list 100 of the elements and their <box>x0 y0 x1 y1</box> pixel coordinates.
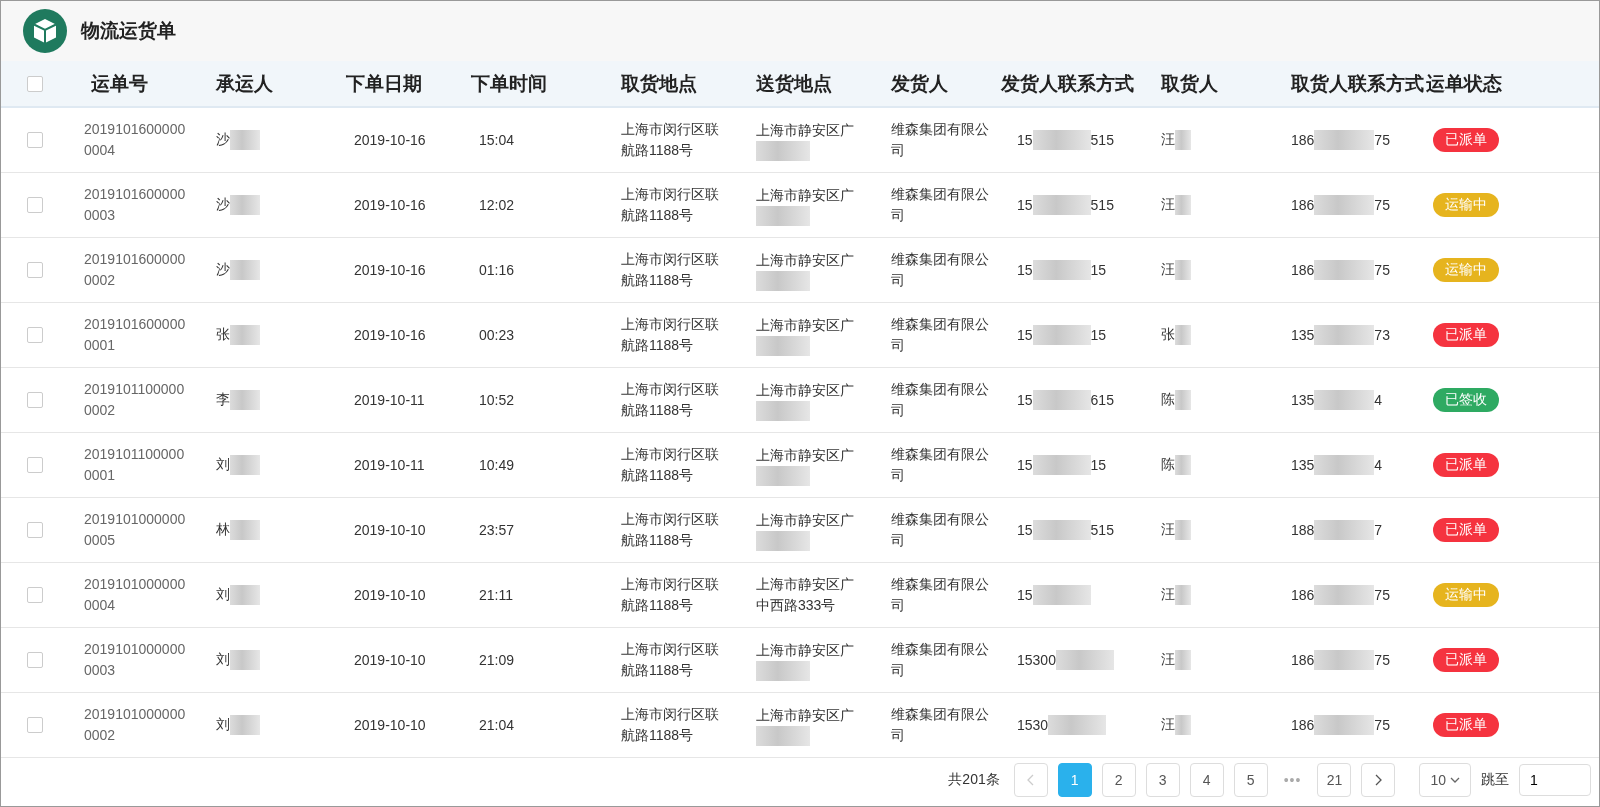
table-cell: 2019-10-16 <box>354 197 426 213</box>
checkbox[interactable] <box>27 262 43 278</box>
table-cell-text: 维森集团有限公 <box>891 315 989 334</box>
column-header[interactable]: 送货地点 <box>756 70 832 97</box>
table-cell: 刘 <box>216 456 230 474</box>
table-cell: 2019-10-10 <box>354 652 426 668</box>
page-button[interactable]: 21 <box>1317 763 1352 797</box>
page-input[interactable]: 1 <box>1519 764 1591 796</box>
column-header[interactable]: 取货人联系方式 <box>1291 70 1424 97</box>
table-cell: 188 <box>1291 522 1315 538</box>
checkbox[interactable] <box>27 327 43 343</box>
redaction-mark <box>1032 130 1091 150</box>
table-cell-text: 上海市静安区广 <box>756 250 854 270</box>
table-cell: 2019-10-10 <box>354 587 426 603</box>
app-title: 物流运货单 <box>81 19 176 43</box>
redaction-mark <box>1314 195 1375 215</box>
table-cell: 汪 <box>1161 261 1175 279</box>
table-cell-text: 上海市静安区广 <box>756 185 854 205</box>
page-button[interactable]: 2 <box>1101 763 1136 797</box>
table-cell: 15 <box>1017 262 1033 278</box>
table-cell: 15 <box>1017 197 1033 213</box>
status-badge: 已派单 <box>1433 713 1499 737</box>
redaction-mark <box>1032 520 1091 540</box>
table-cell: 615 <box>1090 392 1114 408</box>
column-header[interactable]: 取货地点 <box>621 70 697 97</box>
status-badge: 已派单 <box>1433 648 1499 672</box>
redaction-mark <box>1175 130 1191 150</box>
table-cell: 刘 <box>216 586 230 604</box>
column-header[interactable]: 运单号 <box>91 70 148 97</box>
table-cell: 21:04 <box>479 717 515 733</box>
column-header[interactable]: 发货人 <box>891 70 948 97</box>
table-cell-text: 0001 <box>84 336 116 355</box>
table-cell-text: 航路1188号 <box>621 661 694 680</box>
redaction-mark <box>1314 650 1375 670</box>
checkbox[interactable] <box>27 652 43 668</box>
table-cell: 汪 <box>1161 586 1175 604</box>
page-button[interactable]: 3 <box>1145 763 1180 797</box>
next-page-button[interactable] <box>1361 763 1396 797</box>
table-cell: 515 <box>1090 197 1114 213</box>
checkbox[interactable] <box>27 197 43 213</box>
checkbox[interactable] <box>27 522 43 538</box>
column-header[interactable]: 下单日期 <box>346 70 422 97</box>
checkbox[interactable] <box>27 392 43 408</box>
table-cell-text: 航路1188号 <box>621 336 694 355</box>
table-cell: 73 <box>1374 327 1390 343</box>
redaction-mark <box>756 140 810 161</box>
checkbox[interactable] <box>27 717 43 733</box>
table-cell-text: 上海市静安区广 <box>756 380 854 400</box>
table-cell-text: 航路1188号 <box>621 141 694 160</box>
column-header[interactable]: 取货人 <box>1161 70 1218 97</box>
table-cell-text: 2019101000000 <box>84 640 186 659</box>
table-cell-text: 司 <box>891 596 905 615</box>
checkbox[interactable] <box>27 75 43 92</box>
table-cell: 15:04 <box>479 132 515 148</box>
redaction-mark <box>756 725 810 746</box>
table-cell: 21:09 <box>479 652 515 668</box>
redaction-mark <box>230 260 260 280</box>
redaction-mark <box>1175 390 1191 410</box>
redaction-mark <box>1032 325 1091 345</box>
redaction-mark <box>230 325 260 345</box>
box-icon <box>23 9 67 53</box>
table-cell: 15 <box>1090 327 1107 343</box>
column-header[interactable]: 下单时间 <box>471 70 547 97</box>
table-cell-text: 司 <box>891 336 905 355</box>
table-cell: 4 <box>1374 457 1383 473</box>
table-cell: 21:11 <box>479 587 513 603</box>
table-cell: 00:23 <box>479 327 515 343</box>
table-cell-text: 司 <box>891 726 905 745</box>
status-badge: 已派单 <box>1433 453 1499 477</box>
table-cell-text: 航路1188号 <box>621 531 694 550</box>
table-cell: 2019-10-11 <box>354 392 425 408</box>
table-cell-text: 司 <box>891 661 905 680</box>
page-button[interactable]: 5 <box>1233 763 1268 797</box>
table-cell-text: 航路1188号 <box>621 401 694 420</box>
checkbox[interactable] <box>27 587 43 603</box>
table-cell-text: 2019101100000 <box>84 445 185 464</box>
redaction-mark <box>1032 455 1091 475</box>
table-cell: 186 <box>1291 717 1315 733</box>
table-cell-text: 上海市闵行区联 <box>621 705 719 724</box>
jump-label: 跳至 <box>1481 771 1509 789</box>
table-cell: 沙 <box>216 261 230 279</box>
table-cell: 186 <box>1291 262 1315 278</box>
table-cell-text: 司 <box>891 531 905 550</box>
table-cell: 2019-10-10 <box>354 522 426 538</box>
checkbox[interactable] <box>27 457 43 473</box>
table-cell: 15 <box>1090 457 1107 473</box>
table-cell: 15 <box>1017 392 1033 408</box>
column-header[interactable]: 承运人 <box>216 70 273 97</box>
redaction-mark <box>1055 650 1114 670</box>
page-size-dropdown[interactable]: 10 <box>1419 763 1471 797</box>
table-cell-text: 0003 <box>84 206 116 225</box>
table-cell-text: 0004 <box>84 141 116 160</box>
status-badge: 已签收 <box>1433 388 1499 412</box>
checkbox[interactable] <box>27 132 43 148</box>
status-badge: 已派单 <box>1433 323 1499 347</box>
page-button[interactable]: 4 <box>1189 763 1224 797</box>
column-header[interactable]: 发货人联系方式 <box>1001 70 1134 97</box>
column-header[interactable]: 运单状态 <box>1426 70 1502 97</box>
redaction-mark <box>1175 520 1191 540</box>
redaction-mark <box>1175 195 1191 215</box>
